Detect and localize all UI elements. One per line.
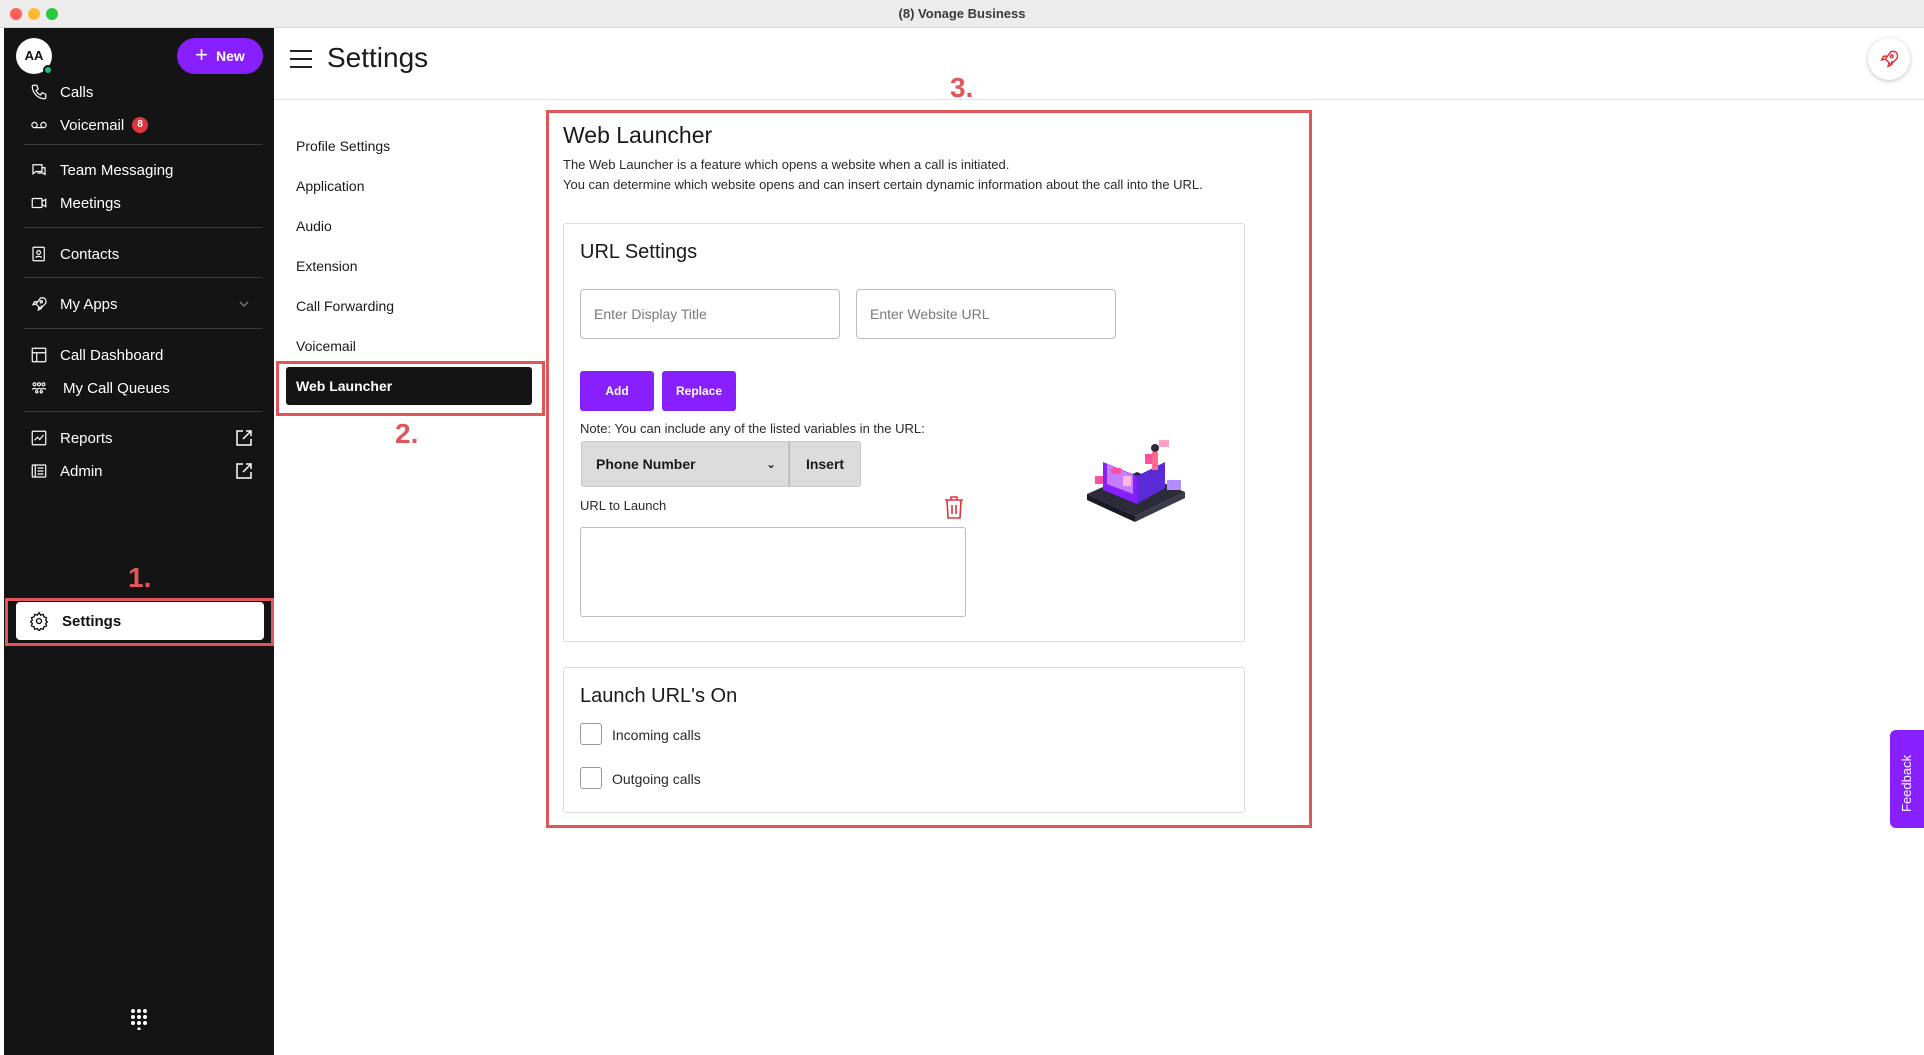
contacts-icon bbox=[28, 243, 50, 265]
chevron-down-icon bbox=[239, 301, 249, 308]
external-link-icon bbox=[236, 430, 252, 446]
sidebar-item-label: Reports bbox=[60, 429, 113, 447]
dialpad-icon[interactable] bbox=[130, 1008, 152, 1030]
sidebar-item-label: Voicemail bbox=[60, 116, 125, 134]
sidebar-item-label: My Apps bbox=[60, 295, 118, 313]
sidebar-item-label: My Call Queues bbox=[63, 379, 170, 397]
sidebar-divider bbox=[24, 144, 262, 145]
web-launcher-description-2: You can determine which website opens an… bbox=[563, 177, 1203, 192]
queues-icon bbox=[28, 377, 50, 399]
sidebar-item-label: Team Messaging bbox=[60, 161, 174, 179]
window-title: (8) Vonage Business bbox=[898, 6, 1026, 21]
voicemail-icon bbox=[28, 114, 50, 136]
variable-select-value: Phone Number bbox=[596, 456, 696, 472]
rocket-icon bbox=[28, 293, 50, 315]
annotation-label-2: 2. bbox=[395, 418, 419, 449]
web-launcher-title: Web Launcher bbox=[563, 122, 713, 148]
voicemail-count-badge: 8 bbox=[132, 117, 149, 133]
chevron-down-icon: ⌄ bbox=[765, 457, 776, 471]
video-icon bbox=[28, 192, 50, 214]
page-header: Settings bbox=[274, 28, 1924, 100]
url-to-launch-label: URL to Launch bbox=[580, 498, 667, 513]
settings-menu-extension[interactable]: Extension bbox=[296, 258, 357, 274]
sidebar: AA + New Calls Voicemail 8 Team Messagin… bbox=[4, 28, 274, 1055]
outgoing-calls-label: Outgoing calls bbox=[612, 771, 701, 787]
settings-menu-call-forwarding[interactable]: Call Forwarding bbox=[296, 298, 394, 314]
settings-menu-application[interactable]: Application bbox=[296, 178, 365, 194]
sidebar-item-label: Contacts bbox=[60, 245, 120, 263]
add-button[interactable]: Add bbox=[580, 371, 654, 411]
rocket-app-icon[interactable] bbox=[1868, 38, 1910, 80]
settings-menu-voicemail[interactable]: Voicemail bbox=[296, 338, 356, 354]
new-button-label: New bbox=[216, 48, 245, 64]
dashboard-icon bbox=[28, 344, 50, 366]
web-launcher-illustration bbox=[1087, 440, 1185, 522]
launch-urls-on-title: Launch URL's On bbox=[580, 685, 738, 707]
external-link-icon bbox=[236, 463, 252, 479]
phone-icon bbox=[28, 81, 50, 103]
replace-button[interactable]: Replace bbox=[662, 371, 736, 411]
sidebar-item-team-messaging[interactable]: Team Messaging bbox=[12, 153, 264, 187]
trash-icon[interactable] bbox=[942, 494, 966, 520]
sidebar-item-admin[interactable]: Admin bbox=[12, 454, 264, 488]
annotation-label-3: 3. bbox=[950, 72, 974, 103]
sidebar-item-calls[interactable]: Calls bbox=[12, 75, 264, 109]
plus-icon: + bbox=[195, 42, 209, 67]
sidebar-item-call-dashboard[interactable]: Call Dashboard bbox=[12, 338, 264, 372]
sidebar-item-meetings[interactable]: Meetings bbox=[12, 186, 264, 220]
sidebar-divider bbox=[24, 328, 262, 329]
sidebar-item-voicemail[interactable]: Voicemail 8 bbox=[12, 108, 264, 142]
feedback-tab[interactable]: Feedback bbox=[1890, 730, 1924, 828]
variable-select[interactable]: Phone Number ⌄ bbox=[581, 441, 789, 487]
window-titlebar: (8) Vonage Business bbox=[0, 0, 1924, 28]
sidebar-item-label: Meetings bbox=[60, 194, 121, 212]
url-settings-title: URL Settings bbox=[580, 241, 698, 263]
sidebar-item-reports[interactable]: Reports bbox=[12, 421, 264, 455]
website-url-input[interactable] bbox=[856, 289, 1116, 339]
url-to-launch-textarea[interactable] bbox=[580, 527, 966, 617]
feedback-label: Feedback bbox=[1899, 754, 1914, 812]
display-title-input[interactable] bbox=[580, 289, 840, 339]
outgoing-calls-checkbox[interactable] bbox=[580, 767, 602, 789]
chat-icon bbox=[28, 159, 50, 181]
sidebar-divider bbox=[24, 227, 262, 228]
page-title: Settings bbox=[327, 42, 429, 73]
sidebar-divider bbox=[24, 411, 262, 412]
sidebar-item-contacts[interactable]: Contacts bbox=[12, 237, 264, 271]
sidebar-item-my-apps[interactable]: My Apps bbox=[12, 287, 264, 321]
settings-menu-audio[interactable]: Audio bbox=[296, 218, 332, 234]
insert-button[interactable]: Insert bbox=[789, 441, 861, 487]
sidebar-item-label: Calls bbox=[60, 83, 94, 101]
admin-icon bbox=[28, 460, 50, 482]
chart-icon bbox=[28, 427, 50, 449]
annotation-box-2 bbox=[276, 361, 545, 416]
sidebar-item-label: Call Dashboard bbox=[60, 346, 164, 364]
annotation-box-1 bbox=[5, 598, 274, 646]
variables-note: Note: You can include any of the listed … bbox=[580, 421, 925, 436]
incoming-calls-checkbox[interactable] bbox=[580, 723, 602, 745]
settings-menu-profile-settings[interactable]: Profile Settings bbox=[296, 138, 390, 154]
menu-icon[interactable] bbox=[290, 50, 312, 70]
sidebar-item-my-call-queues[interactable]: My Call Queues bbox=[12, 371, 264, 405]
new-button[interactable]: + New bbox=[177, 38, 263, 74]
web-launcher-description-1: The Web Launcher is a feature which open… bbox=[563, 157, 1010, 172]
incoming-calls-label: Incoming calls bbox=[612, 727, 701, 743]
sidebar-divider bbox=[24, 277, 262, 278]
presence-indicator bbox=[43, 65, 53, 75]
annotation-label-1: 1. bbox=[128, 562, 152, 593]
sidebar-item-label: Admin bbox=[60, 462, 103, 480]
